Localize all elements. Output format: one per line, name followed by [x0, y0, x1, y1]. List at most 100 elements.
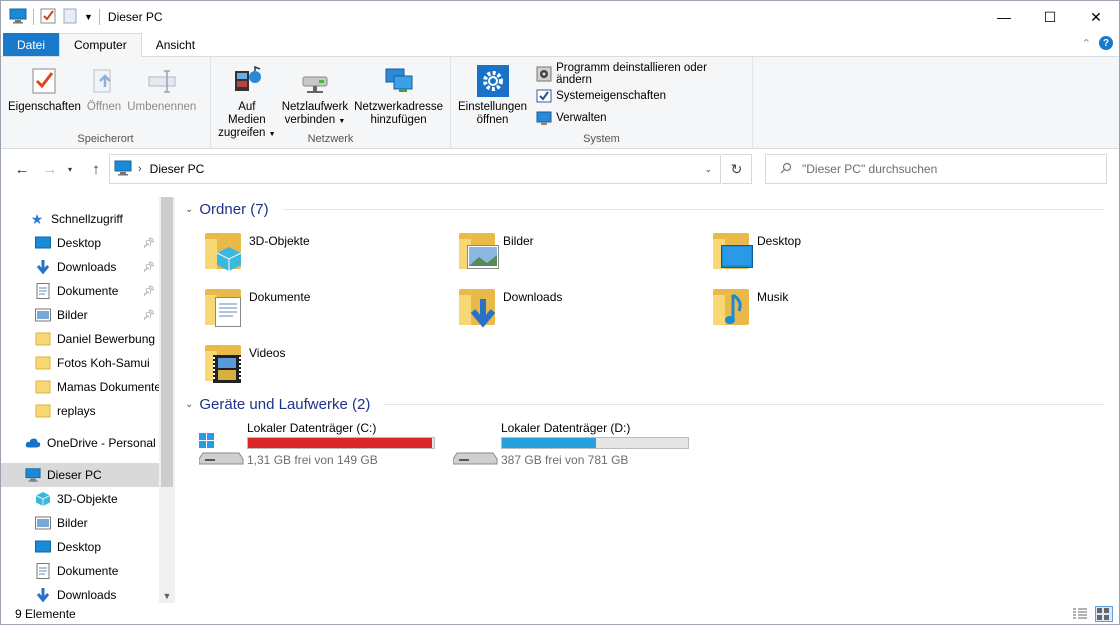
sidebar-item-label: Downloads [57, 588, 117, 602]
sidebar-item-label: Mamas Dokumente [57, 380, 162, 394]
folder-name: Dokumente [249, 290, 311, 304]
details-view-button[interactable] [1071, 606, 1089, 622]
sidebar-item-label: Dokumente [57, 284, 119, 298]
sidebar-item-mamas-dokumente[interactable]: Mamas Dokumente [1, 375, 162, 399]
sidebar-item-pc-bilder[interactable]: Bilder [1, 511, 159, 535]
sidebar-item-bilder[interactable]: Bilder 📌︎ [1, 303, 159, 327]
address-bar[interactable]: › Dieser PC ⌄ [109, 154, 721, 184]
help-button[interactable]: ? [1099, 36, 1113, 50]
pin-icon[interactable]: 📌︎ [142, 238, 155, 249]
new-folder-qat-icon[interactable] [62, 8, 78, 27]
sidebar-item-fotos-koh-samui[interactable]: Fotos Koh-Samui [1, 351, 159, 375]
drives-group-header[interactable]: ⌄ Geräte und Laufwerke (2) [185, 396, 1105, 413]
open-icon [88, 65, 120, 97]
back-button[interactable]: ← [11, 158, 33, 180]
sidebar-item-replays[interactable]: replays [1, 399, 159, 423]
quick-access-toolbar: ▼ [1, 1, 100, 33]
properties-qat-icon[interactable] [40, 8, 56, 27]
media-access-icon [231, 65, 263, 97]
add-network-location-icon [383, 65, 415, 97]
download-arrow-icon [35, 259, 51, 275]
pin-icon[interactable]: 📌︎ [142, 262, 155, 273]
sidebar-item-label: replays [57, 404, 96, 418]
group-label-netzwerk: Netzwerk [307, 133, 354, 145]
folder-tile-dokumente[interactable]: Dokumente [203, 283, 443, 335]
forward-button[interactable]: → [39, 158, 61, 180]
downloads-folder-icon [457, 283, 501, 331]
drive-d[interactable]: Lokaler Datenträger (D:) 387 GB frei von… [451, 421, 701, 467]
tiles-view-icon [1097, 608, 1109, 620]
refresh-button[interactable]: ↻ [722, 154, 752, 184]
document-icon [35, 563, 51, 579]
sidebar-item-downloads[interactable]: Downloads 📌︎ [1, 255, 159, 279]
maximize-button[interactable]: ☐ [1027, 1, 1073, 33]
drive-c[interactable]: Lokaler Datenträger (C:) 1,31 GB frei vo… [197, 421, 447, 467]
folder-icon [35, 355, 51, 371]
sidebar-item-dokumente[interactable]: Dokumente 📌︎ [1, 279, 159, 303]
sidebar-item-pc-downloads[interactable]: Downloads [1, 583, 159, 603]
folders-group-header[interactable]: ⌄ Ordner (7) [185, 201, 1105, 218]
breadcrumb[interactable]: Dieser PC [150, 162, 205, 176]
star-icon: ★ [30, 210, 44, 227]
pin-icon[interactable]: 📌︎ [142, 310, 155, 321]
uninstall-label: Programm deinstallieren oder ändern [556, 62, 707, 86]
tiles-view-button[interactable] [1095, 606, 1113, 622]
manage-icon [536, 110, 552, 126]
minimize-button[interactable]: — [981, 1, 1027, 33]
scroll-thumb[interactable] [161, 197, 173, 487]
tab-ansicht[interactable]: Ansicht [142, 33, 209, 56]
breadcrumb-separator-icon[interactable]: › [138, 163, 142, 175]
ribbon: Eigenschaften Öffnen Umbenennen Speicher… [1, 57, 1119, 149]
folder-tile-3d-objekte[interactable]: 3D-Objekte [203, 227, 443, 279]
collapse-ribbon-icon[interactable]: ⌃ [1082, 37, 1091, 50]
sidebar-item-quick-access[interactable]: ★ Schnellzugriff [1, 207, 159, 231]
uninstall-icon [536, 66, 552, 82]
folder-tile-musik[interactable]: Musik [711, 283, 951, 335]
chevron-down-icon[interactable]: ⌄ [185, 204, 193, 215]
uninstall-program-button[interactable]: Programm deinstallieren oder ändern [536, 62, 742, 86]
sidebar-item-3d-objekte[interactable]: 3D-Objekte [1, 487, 159, 511]
folder-tile-downloads[interactable]: Downloads [457, 283, 697, 335]
folder-icon [35, 379, 51, 395]
chevron-down-icon[interactable]: ⌄ [185, 399, 193, 410]
navigation-pane: ★ Schnellzugriff Desktop 📌︎ Downloads 📌︎… [1, 197, 175, 603]
item-count: 9 Elemente [15, 607, 76, 621]
recent-locations-button[interactable]: ▾ [63, 158, 77, 180]
open-settings-label-1: Einstellungen [458, 101, 528, 113]
manage-button[interactable]: Verwalten [536, 109, 742, 127]
this-pc-icon [114, 160, 132, 179]
tab-computer[interactable]: Computer [59, 33, 142, 57]
system-properties-button[interactable]: Systemeigenschaften [536, 87, 742, 105]
open-settings-label-2: öffnen [476, 114, 509, 126]
sidebar-item-pc-dokumente[interactable]: Dokumente [1, 559, 159, 583]
document-icon [35, 283, 51, 299]
qat-dropdown-icon[interactable]: ▼ [84, 12, 93, 22]
scroll-down-icon[interactable]: ▼ [159, 589, 175, 603]
sidebar-item-this-pc[interactable]: Dieser PC [1, 463, 159, 487]
title-bar: ▼ Dieser PC — ☐ ✕ [1, 1, 1119, 33]
pin-icon[interactable]: 📌︎ [142, 286, 155, 297]
map-network-drive-label-2: verbinden ▼ [284, 114, 346, 126]
folder-tile-videos[interactable]: Videos [203, 339, 443, 391]
sidebar-item-label: Schnellzugriff [51, 212, 123, 226]
status-bar: 9 Elemente [1, 603, 1119, 625]
tab-datei[interactable]: Datei [3, 33, 60, 56]
qat-separator [98, 9, 100, 25]
cube-icon [35, 491, 51, 507]
sidebar-item-label: Desktop [57, 540, 102, 554]
sidebar-item-desktop[interactable]: Desktop 📌︎ [1, 231, 159, 255]
folder-name: Musik [757, 290, 789, 304]
sidebar-item-label: Dokumente [57, 564, 119, 578]
close-button[interactable]: ✕ [1073, 1, 1119, 33]
folder-tile-desktop[interactable]: Desktop [711, 227, 951, 279]
address-dropdown-icon[interactable]: ⌄ [704, 164, 712, 175]
sidebar-item-daniel-bewerbung[interactable]: Daniel Bewerbung [1, 327, 159, 351]
up-button[interactable]: ↑ [85, 158, 107, 180]
sidebar-scrollbar[interactable]: ▲ ▼ [159, 197, 175, 603]
sidebar-item-pc-desktop[interactable]: Desktop [1, 535, 159, 559]
folder-tile-bilder[interactable]: Bilder [457, 227, 697, 279]
search-icon [780, 162, 792, 177]
sidebar-item-onedrive[interactable]: OneDrive - Personal [1, 431, 159, 455]
search-input[interactable]: "Dieser PC" durchsuchen [765, 154, 1107, 184]
properties-label: Eigenschaften [8, 101, 81, 113]
